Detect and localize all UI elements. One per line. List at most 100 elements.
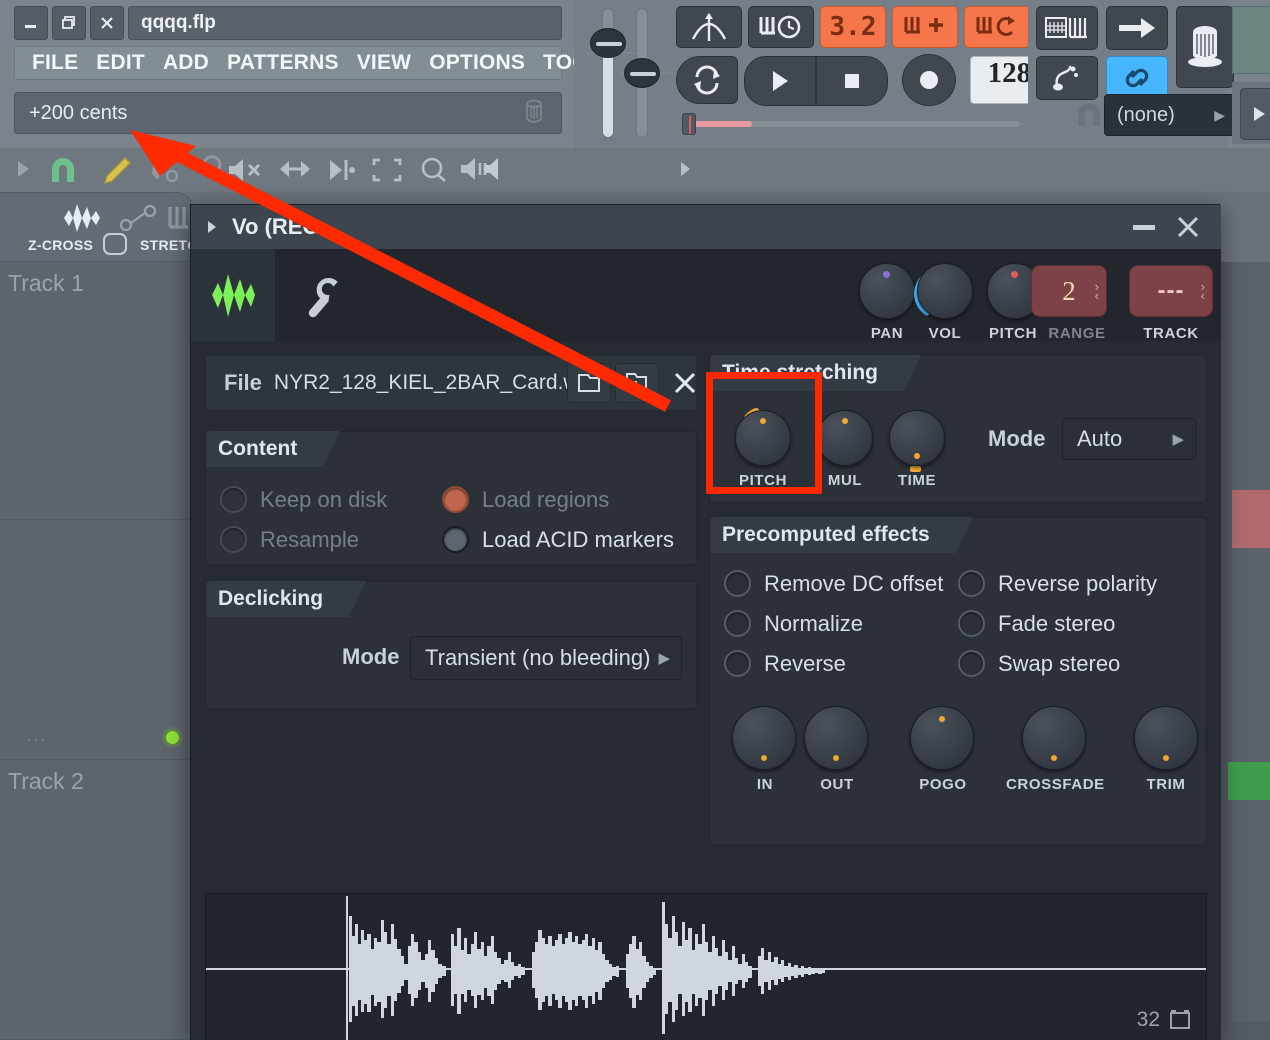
load-acid-markers-option[interactable]: Load ACID markers: [442, 526, 674, 553]
play-arrow-icon[interactable]: [14, 158, 32, 180]
file-name[interactable]: NYR2_128_KIEL_2BAR_Card: [274, 371, 558, 395]
load-regions-option[interactable]: Load regions: [442, 486, 609, 513]
menu-item-options[interactable]: OPTIONS: [420, 48, 534, 78]
clear-file-icon[interactable]: [663, 363, 707, 403]
mute-icon[interactable]: [226, 156, 264, 184]
slip-icon[interactable]: [276, 156, 314, 182]
restore-button[interactable]: [52, 6, 86, 40]
song-position-handle[interactable]: [682, 113, 696, 135]
minimize-button[interactable]: [14, 6, 48, 40]
swap-stereo-option[interactable]: Swap stereo: [958, 650, 1120, 677]
menu-item-add[interactable]: ADD: [154, 48, 218, 78]
crossfade-knob[interactable]: [1022, 706, 1086, 770]
time-stretch-time-knob[interactable]: [889, 410, 945, 466]
pitch-range-field[interactable]: 2 › ‹: [1031, 265, 1107, 317]
reverse-radio[interactable]: [724, 650, 751, 677]
normalize-option[interactable]: Normalize: [724, 610, 863, 637]
normalize-radio[interactable]: [724, 610, 751, 637]
reverse-option[interactable]: Reverse: [724, 650, 846, 677]
zoom-icon[interactable]: [418, 156, 450, 184]
triangle-right-icon[interactable]: [205, 219, 218, 235]
time-stretch-pitch-knob[interactable]: [735, 410, 791, 466]
metronome-icon[interactable]: [676, 6, 742, 48]
slice-icon[interactable]: [326, 156, 360, 184]
snap-selector[interactable]: (none) ▶: [1104, 94, 1236, 136]
fade-stereo-radio[interactable]: [958, 610, 985, 637]
track-led-indicator[interactable]: [165, 730, 180, 745]
vol-knob[interactable]: [917, 263, 973, 319]
track-spinner-icon[interactable]: › ‹: [1201, 280, 1205, 302]
keep-on-disk-radio[interactable]: [220, 486, 247, 513]
track-overflow-dots[interactable]: ...: [26, 725, 48, 747]
keep-on-disk-option[interactable]: Keep on disk: [220, 486, 387, 513]
menu-item-view[interactable]: VIEW: [348, 48, 420, 78]
delete-icon[interactable]: [196, 154, 226, 186]
open-file-icon[interactable]: [567, 363, 611, 403]
remove-dc-offset-option[interactable]: Remove DC offset: [724, 570, 943, 597]
menu-item-file[interactable]: FILE: [23, 48, 87, 78]
remove-dc-offset-radio[interactable]: [724, 570, 751, 597]
play-icon[interactable]: [744, 56, 816, 106]
track-row-1[interactable]: Track 1: [0, 262, 190, 520]
time-stretch-mul-knob[interactable]: [817, 410, 873, 466]
pattern-loop-icon[interactable]: [964, 6, 1030, 48]
master-knob-icon[interactable]: [1176, 6, 1234, 88]
magnet-snap-icon[interactable]: [46, 154, 80, 186]
load-regions-radio[interactable]: [442, 486, 469, 513]
dialog-title-bar[interactable]: Vo (REC: [191, 205, 1221, 249]
song-position-bar[interactable]: [676, 112, 1022, 136]
declicking-panel: Declicking Mode Transient (no bleeding) …: [205, 581, 697, 709]
wait-for-input-icon[interactable]: [748, 6, 814, 48]
fade-stereo-option[interactable]: Fade stereo: [958, 610, 1115, 637]
range-spinner-icon[interactable]: › ‹: [1095, 280, 1099, 302]
playlist-menu-arrow-icon[interactable]: [678, 160, 692, 178]
automation-icon[interactable]: [118, 203, 160, 233]
in-knob[interactable]: [732, 706, 796, 770]
step-edit-icon[interactable]: [1036, 56, 1098, 100]
dialog-close-button[interactable]: [1173, 213, 1203, 241]
pogo-knob[interactable]: [910, 706, 974, 770]
waveform-display[interactable]: 32: [205, 893, 1207, 1040]
song-loop-icon[interactable]: [676, 56, 738, 104]
master-volume-fader-handle[interactable]: [590, 28, 626, 58]
load-acid-markers-radio[interactable]: [442, 526, 469, 553]
edge-play-button[interactable]: [1240, 88, 1270, 140]
close-button[interactable]: [90, 6, 124, 40]
menu-item-edit[interactable]: EDIT: [87, 48, 154, 78]
trim-knob[interactable]: [1134, 706, 1198, 770]
swap-stereo-radio[interactable]: [958, 650, 985, 677]
playlist-clip-green[interactable]: [1228, 762, 1270, 800]
record-icon[interactable]: [902, 54, 956, 106]
typing-keyboard-icon[interactable]: [1036, 6, 1098, 50]
reverse-polarity-radio[interactable]: [958, 570, 985, 597]
menu-item-patterns[interactable]: PATTERNS: [218, 48, 348, 78]
out-knob[interactable]: [804, 706, 868, 770]
select-icon[interactable]: [370, 156, 404, 184]
waveform-icon[interactable]: [58, 201, 106, 235]
pattern-add-icon[interactable]: [892, 6, 958, 48]
playlist-clip-red[interactable]: [1232, 490, 1270, 548]
time-stretch-mode-dropdown[interactable]: Auto ▶: [1062, 418, 1196, 460]
pattern-mode-display[interactable]: 3.2: [820, 6, 886, 48]
track-row-2[interactable]: Track 2: [0, 760, 190, 1040]
reverse-polarity-option[interactable]: Reverse polarity: [958, 570, 1157, 597]
sampler-tab[interactable]: [191, 249, 275, 341]
z-cross-toggle[interactable]: [103, 233, 127, 255]
arrow-right-icon[interactable]: [1106, 6, 1168, 50]
save-file-icon[interactable]: [615, 363, 659, 403]
pencil-draw-icon[interactable]: [100, 154, 134, 186]
paint-brush-icon[interactable]: [148, 154, 182, 186]
dialog-minimize-button[interactable]: [1133, 217, 1155, 237]
tools-tab[interactable]: [289, 249, 359, 341]
resample-option[interactable]: Resample: [220, 526, 359, 553]
stop-icon[interactable]: [816, 56, 888, 106]
declicking-mode-dropdown[interactable]: Transient (no bleeding) ▶: [410, 636, 682, 680]
content-panel: Content Keep on disk Load regions Resamp…: [205, 431, 697, 565]
track-field[interactable]: --- › ‹: [1129, 265, 1213, 317]
wrench-icon: [302, 272, 346, 318]
master-pitch-fader-handle[interactable]: [624, 58, 660, 88]
resample-radio[interactable]: [220, 526, 247, 553]
hint-knob-icon: [521, 98, 547, 128]
speaker-icon[interactable]: [476, 156, 510, 184]
track-row-1-body[interactable]: ...: [0, 520, 190, 760]
